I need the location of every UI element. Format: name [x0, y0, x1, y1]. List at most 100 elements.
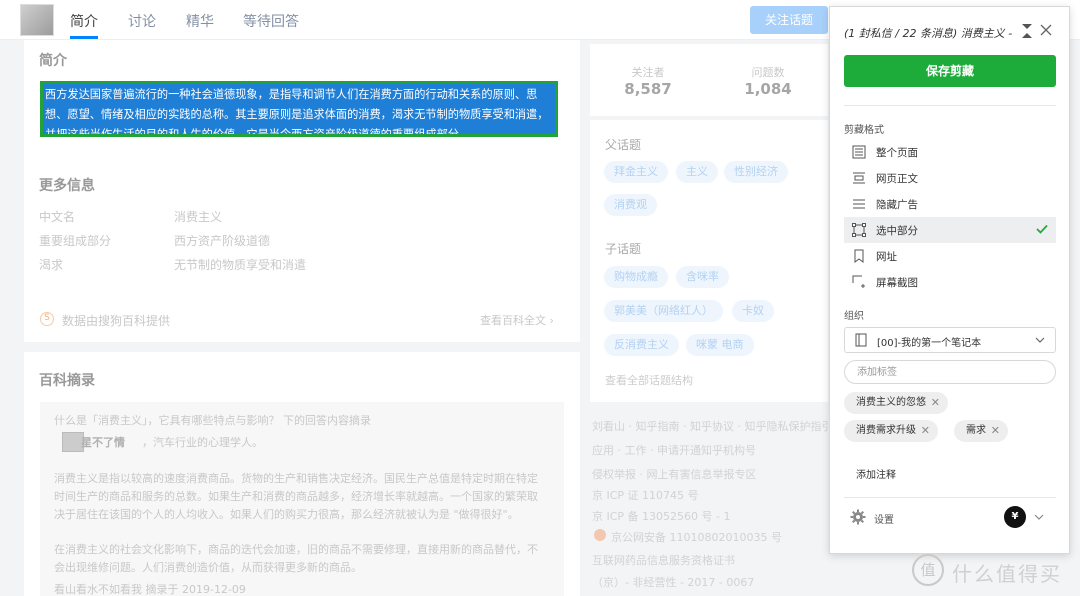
tab-discussion[interactable]: 讨论 [128, 11, 156, 31]
close-icon[interactable] [1040, 24, 1052, 36]
info-label: 中文名 [39, 210, 76, 224]
info-value: 消费主义 [174, 210, 223, 224]
excerpt-line: 消费主义是指以较高的速度消费商品。货物的生产和销售决定经济。国民生产总值是特定时… [54, 472, 538, 485]
footer-line: （京）- 非经营性 - 2017 - 0067 [592, 576, 755, 589]
more-info-title: 更多信息 [39, 178, 95, 194]
topic-chip[interactable]: 卡奴 [732, 300, 774, 322]
info-label: 渴求 [39, 258, 64, 272]
topics-card: 父话题 拜金主义 主义 性别经济 消费观 子话题 购物成瘾 含咪率 郭美美（网络… [590, 120, 828, 402]
footer-line[interactable]: 刘看山 · 知乎指南 · 知乎协议 · 知乎隐私保护指引 [592, 418, 832, 434]
settings-label[interactable]: 设置 [874, 511, 894, 526]
add-tag-input[interactable] [844, 360, 1056, 384]
gear-icon[interactable] [850, 509, 866, 525]
format-label: 选中部分 [876, 225, 918, 237]
footer-line[interactable]: 侵权举报 · 网上有害信息举报专区 [592, 466, 757, 482]
view-full-baike-link[interactable]: 查看百科全文 › [480, 312, 554, 328]
topic-chip[interactable]: 咪蒙 电商 [686, 334, 754, 356]
format-option-url[interactable]: 网址 [844, 243, 1056, 269]
excerpt-line: 在消费主义的社会文化影响下，商品的迭代会加速，旧的商品不需要修理，直接用新的商品… [54, 543, 538, 556]
footer-line[interactable]: 京 ICP 备 13052560 号 - 1 [592, 508, 731, 524]
format-label: 网页正文 [876, 173, 918, 185]
topic-chip[interactable]: 郭美美（网络红人） [604, 300, 723, 322]
tag-chip[interactable]: 需求 ✕ [954, 420, 1008, 442]
web-clipper-panel: (1 封私信 / 22 条消息) 消费主义 - 保存剪藏 剪藏格式 整个页面 网… [829, 6, 1070, 554]
questions-label: 问题数 [751, 66, 785, 79]
questions-count[interactable]: 1,084 [728, 80, 808, 98]
excerpt-line: 决于居住在该国的个人的人均收入。如果人们的购买力很高，那么经济就被认为是 "做得… [54, 508, 519, 521]
sogou-baike-icon: S [40, 312, 54, 326]
format-option-screenshot[interactable]: 屏幕截图 [844, 269, 1056, 295]
save-clip-button[interactable]: 保存剪藏 [844, 55, 1056, 87]
clip-page-title: (1 封私信 / 22 条消息) 消费主义 - [844, 27, 1013, 40]
baike-excerpt-card: 百科摘录 什么是「消费主义」，它具有哪些特点与影响？ 下的回答内容摘录 星不了情… [24, 352, 580, 596]
follow-topic-button[interactable]: 关注话题 [750, 6, 828, 34]
notebook-select[interactable]: [00]-我的第一个笔记本 [844, 327, 1056, 353]
footer-line[interactable]: 京 ICP 证 110745 号 [592, 487, 699, 503]
watermark-text: 什么值得买 [952, 562, 1062, 586]
bookmark-icon [854, 249, 864, 263]
tag-label: 需求 [966, 425, 986, 436]
format-option-hide-ads[interactable]: 隐藏广告 [844, 191, 1056, 217]
stats-card: 关注者 8,587 问题数 1,084 [590, 44, 828, 116]
footer-line[interactable]: 应用 · 工作 · 申请开通知乎机构号 [592, 442, 756, 458]
format-option-article[interactable]: 网页正文 [844, 165, 1056, 191]
footer-line[interactable]: 京公网安备 11010802010035 号 [611, 529, 782, 545]
remove-tag-icon[interactable]: ✕ [991, 420, 1000, 442]
topic-chip[interactable]: 含咪率 [676, 266, 729, 288]
excerpt-line: 会出现维修问题。人们消费创造价值，从而获得更多新的商品。 [54, 561, 362, 574]
remove-tag-icon[interactable]: ✕ [921, 420, 930, 442]
tag-chip[interactable]: 消费需求升级 ✕ [844, 420, 938, 442]
tag-label: 消费需求升级 [856, 425, 916, 436]
format-label: 整个页面 [876, 147, 918, 159]
excerpt-question[interactable]: 什么是「消费主义」，它具有哪些特点与影响？ 下的回答内容摘录 [54, 412, 371, 428]
format-option-selection[interactable]: 选中部分 [844, 217, 1056, 243]
topic-chip[interactable]: 消费观 [604, 194, 657, 216]
screenshot-icon [852, 275, 865, 288]
topic-thumbnail[interactable] [20, 4, 54, 36]
format-option-full-page[interactable]: 整个页面 [844, 139, 1056, 165]
tab-intro[interactable]: 简介 [70, 11, 98, 39]
topic-chip[interactable]: 拜金主义 [604, 161, 668, 183]
check-icon [1036, 224, 1048, 234]
divider [844, 497, 1056, 498]
format-label: 屏幕截图 [876, 277, 918, 289]
tab-waiting-answers[interactable]: 等待回答 [243, 11, 299, 31]
divider [844, 105, 1056, 106]
view-all-topics-link[interactable]: 查看全部话题结构 [605, 372, 693, 388]
topic-chip[interactable]: 反消费主义 [604, 334, 679, 356]
author-name[interactable]: 星不了情 [81, 434, 125, 450]
tab-featured[interactable]: 精华 [186, 11, 214, 31]
account-avatar[interactable]: ¥ [1004, 506, 1026, 528]
author-description: ，汽车行业的心理学人。 [142, 436, 263, 449]
notebook-name: [00]-我的第一个笔记本 [877, 338, 982, 349]
topic-chip[interactable]: 主义 [676, 161, 718, 183]
chevron-down-icon[interactable] [1034, 513, 1044, 521]
add-note-link[interactable]: 添加注释 [856, 466, 896, 481]
followers-count[interactable]: 8,587 [608, 80, 688, 98]
footer-line[interactable]: 互联网药品信息服务资格证书 [592, 552, 735, 568]
article-icon [853, 172, 865, 184]
selection-icon [852, 223, 866, 237]
info-label: 重要组成部分 [39, 234, 112, 248]
topic-chip[interactable]: 性别经济 [724, 161, 788, 183]
hide-ads-icon [853, 199, 865, 209]
baike-title: 百科摘录 [39, 373, 95, 389]
format-label: 网址 [876, 251, 897, 263]
topic-chip[interactable]: 购物成瘾 [604, 266, 668, 288]
tag-chip[interactable]: 消费主义的忽悠 ✕ [844, 392, 948, 414]
intro-card: 简介 西方发达国家普遍流行的一种社会道德现象，是指导和调节人们在消费方面的行动和… [24, 40, 580, 342]
selected-intro-text[interactable]: 西方发达国家普遍流行的一种社会道德现象，是指导和调节人们在消费方面的行动和关系的… [40, 81, 558, 137]
info-value: 无节制的物质享受和消遣 [174, 258, 307, 272]
chevron-down-icon [1035, 337, 1045, 343]
remove-tag-icon[interactable]: ✕ [931, 392, 940, 414]
collapse-icon[interactable] [1020, 23, 1034, 39]
excerpt-date: 看山看水不如看我 摘录于 2019-12-09 [54, 583, 246, 596]
tag-label: 消费主义的忽悠 [856, 397, 926, 408]
clip-format-label: 剪藏格式 [844, 125, 884, 136]
organize-label: 组织 [844, 311, 864, 322]
data-source-text: 数据由搜狗百科提供 [62, 314, 171, 328]
smzdm-watermark: 值 什么值得买 [910, 552, 1080, 592]
format-label: 隐藏广告 [876, 199, 918, 211]
notebook-icon [855, 333, 867, 347]
intro-title: 简介 [39, 53, 67, 69]
